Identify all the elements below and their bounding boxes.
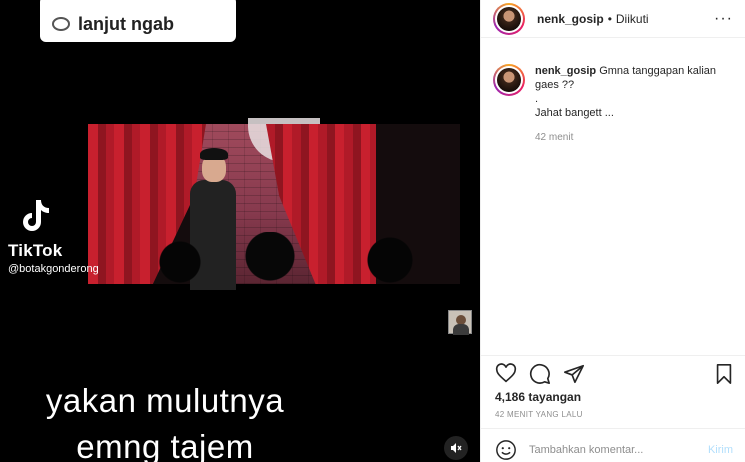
header-username[interactable]: nenk_gosip: [537, 12, 604, 26]
share-icon[interactable]: [563, 363, 585, 385]
subtitle-line-2: emng tajem: [76, 428, 254, 462]
view-count[interactable]: 4,186 tayangan: [495, 390, 581, 404]
reply-comment-text: lanjut ngab: [78, 13, 174, 34]
caption-timestamp: 42 menit: [535, 132, 574, 143]
more-options-button[interactable]: ···: [714, 10, 733, 28]
audience-silhouettes: [150, 232, 470, 302]
emoji-icon[interactable]: [495, 439, 517, 461]
send-comment-button[interactable]: Kirim: [708, 444, 733, 456]
tiktok-brand: TikTok: [8, 241, 63, 260]
post-sidebar: nenk_gosip • Diikuti ··· nenk_gosip Gmna…: [480, 0, 745, 462]
comment-icon[interactable]: [529, 363, 551, 385]
pip-thumbnail: [448, 310, 472, 335]
caption-text: nenk_gosip Gmna tanggapan kalian gaes ??…: [535, 64, 725, 120]
action-bar: [495, 362, 735, 386]
mute-button[interactable]: [444, 436, 468, 460]
tiktok-logo-icon: [23, 200, 49, 231]
post-caption: nenk_gosip Gmna tanggapan kalian gaes ??…: [493, 64, 733, 143]
post-time: 42 MENIT YANG LALU: [495, 410, 583, 419]
divider: [481, 428, 745, 429]
reply-comment-sticker: lanjut ngab: [40, 0, 236, 42]
divider: [481, 355, 745, 356]
post-header: nenk_gosip • Diikuti ···: [481, 0, 745, 38]
heart-icon[interactable]: [495, 363, 517, 385]
tiktok-handle: @botakgonderong: [8, 263, 99, 275]
comment-composer: Kirim: [495, 438, 745, 462]
comment-input[interactable]: [529, 444, 679, 456]
video-player[interactable]: lanjut ngab TikTok @botakgonderong yakan…: [0, 0, 480, 462]
subtitle-line-1: yakan mulutnya: [45, 382, 285, 419]
caption-username[interactable]: nenk_gosip: [535, 65, 596, 77]
follow-status-button[interactable]: Diikuti: [616, 12, 649, 26]
header-separator: •: [607, 11, 612, 26]
bookmark-icon[interactable]: [713, 363, 735, 385]
speech-bubble-icon: [52, 17, 70, 31]
speaker-muted-icon: [451, 443, 462, 453]
caption-avatar[interactable]: [493, 64, 525, 96]
avatar[interactable]: [493, 2, 525, 35]
tiktok-watermark: TikTok @botakgonderong: [8, 198, 99, 275]
caption-line-3: Jahat bangett ...: [535, 107, 614, 119]
comedian-hair: [200, 148, 228, 160]
caption-line-2: .: [535, 93, 539, 105]
